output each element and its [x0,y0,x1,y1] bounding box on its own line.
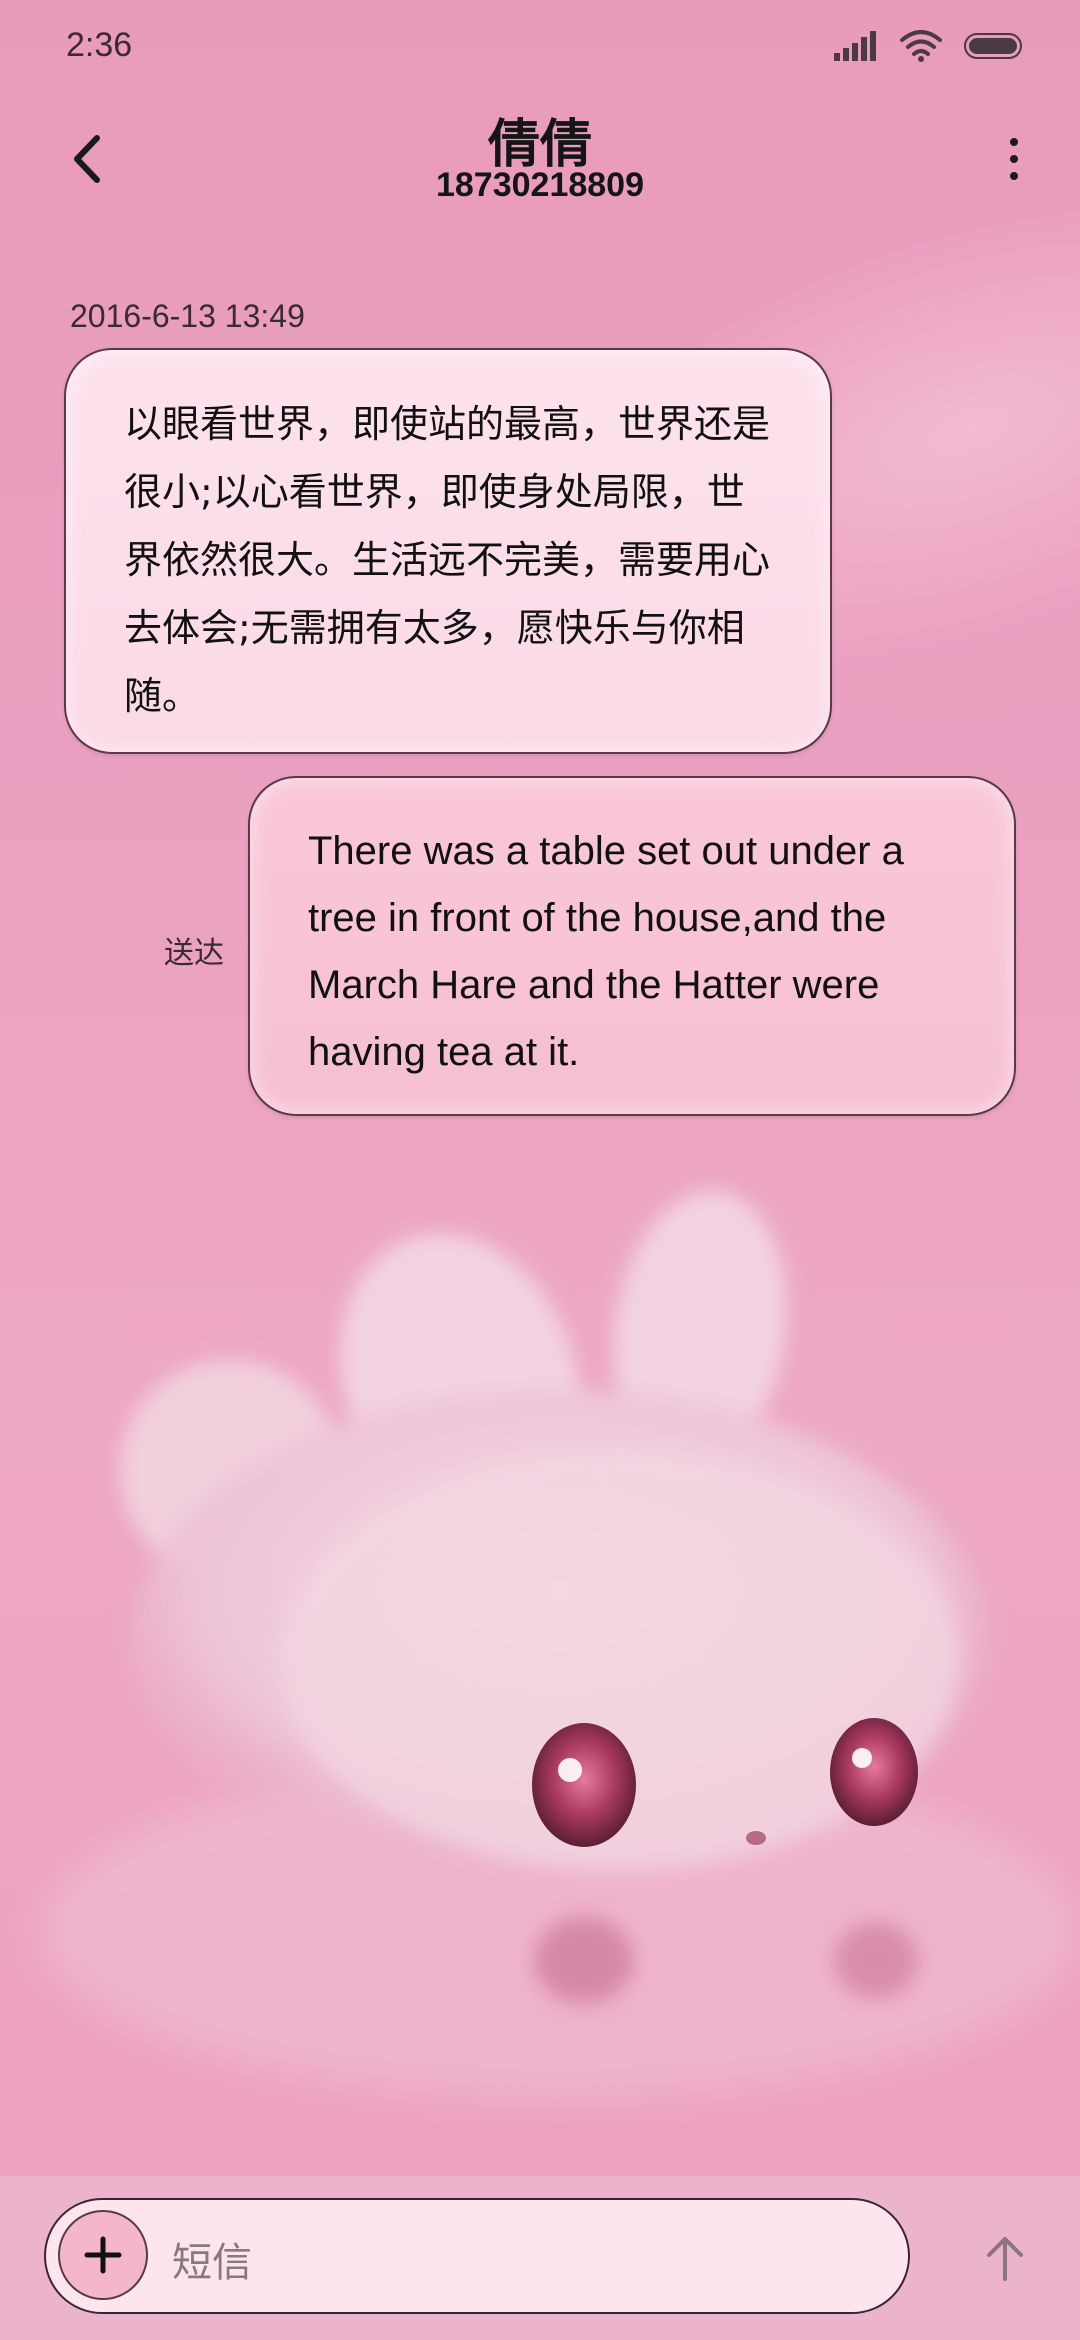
status-bar: 2:36 [0,0,1080,96]
cellular-signal-icon [834,31,878,65]
battery-icon [964,33,1024,63]
message-timestamp: 2016-6-13 13:49 [70,298,305,334]
add-attachment-button[interactable] [58,2210,148,2300]
plus-icon [84,2236,122,2274]
contact-phone-number: 18730218809 [435,166,644,204]
incoming-message-text: 以眼看世界，即使站的最高，世界还是很小;以心看世界，即使身处局限，世界依然很大。… [124,402,771,718]
more-vertical-icon [1010,138,1018,146]
outgoing-message-text: There was a table set out under a tree i… [308,829,904,1074]
status-icons [834,30,1024,66]
send-button[interactable] [970,2220,1040,2296]
message-input[interactable]: 短信 [44,2198,910,2314]
outgoing-message-bubble[interactable]: There was a table set out under a tree i… [248,776,1016,1116]
incoming-message-bubble[interactable]: 以眼看世界，即使站的最高，世界还是很小;以心看世界，即使身处局限，世界依然很大。… [64,348,832,754]
conversation-header: 倩倩 18730218809 [0,96,1080,226]
wifi-icon [900,30,942,66]
message-composer: 短信 [0,2176,1080,2340]
delivery-status: 送达 [164,936,224,971]
status-time: 2:36 [66,26,133,64]
arrow-up-icon [987,2237,1023,2281]
message-input-placeholder: 短信 [172,2240,252,2286]
more-options-button[interactable] [994,126,1034,192]
